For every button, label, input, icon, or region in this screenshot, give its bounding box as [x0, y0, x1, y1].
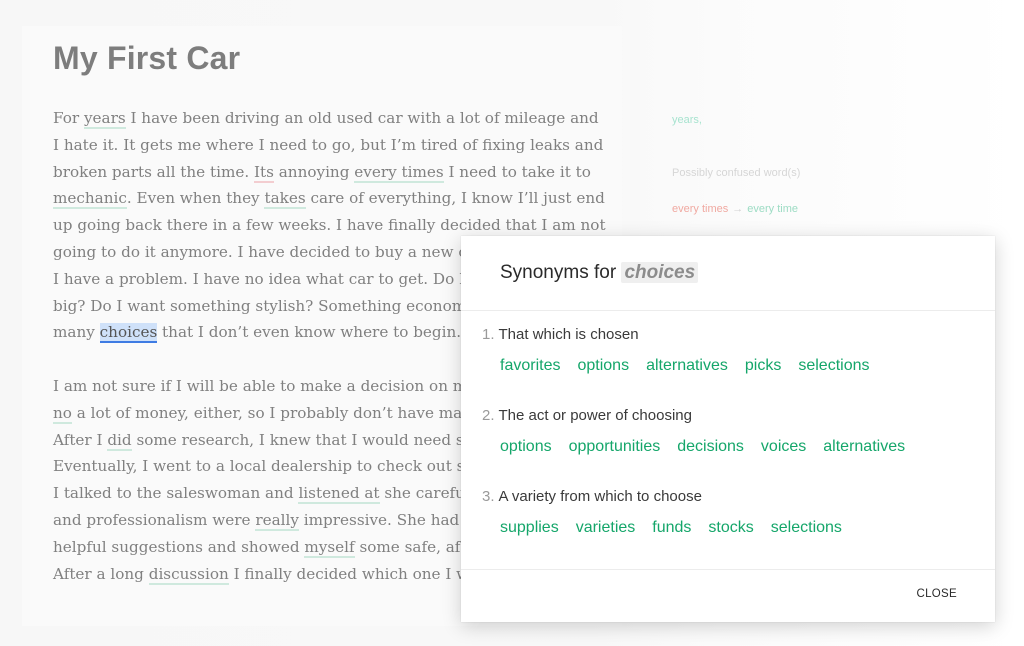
text-run: I have been driving an old used car with… — [125, 109, 599, 127]
synonym-option[interactable]: selections — [771, 519, 842, 537]
text-run: some research, I knew that I would need … — [131, 430, 464, 449]
synonym-option[interactable]: alternatives — [646, 357, 728, 375]
synonym-option[interactable]: voices — [761, 438, 806, 456]
flagged-word-years[interactable]: years — [83, 109, 126, 129]
text-run: . Even when they — [126, 189, 265, 208]
text-run: care of everything, I know I’ll just end — [305, 189, 605, 208]
synonym-option[interactable]: stocks — [708, 519, 753, 537]
text-run: big? Do I want something stylish? Someth… — [53, 296, 467, 315]
sense-definition: 1. That which is chosen — [482, 326, 870, 343]
text-run: a lot of money, either, so I probably do… — [71, 403, 463, 422]
text-run: she carefu — [379, 484, 465, 503]
flagged-word-mechanic[interactable]: mechanic — [53, 189, 127, 210]
text-run: up going back there in a few weeks. I ha… — [53, 216, 606, 235]
text-run: annoying — [273, 162, 355, 181]
synonym-option[interactable]: favorites — [500, 357, 560, 375]
dialog-title-word: choices — [621, 262, 699, 283]
synonym-list: options opportunities decisions voices a… — [482, 438, 905, 456]
text-run: some safe, af — [354, 537, 461, 556]
suggestion-card-every-times[interactable]: every times → every time — [672, 203, 798, 215]
text-run: broken parts all the time. — [53, 162, 254, 181]
synonym-option[interactable]: selections — [798, 357, 869, 375]
synonym-option[interactable]: alternatives — [823, 438, 905, 456]
synonym-list: supplies varieties funds stocks selectio… — [482, 519, 842, 537]
flagged-word-myself[interactable]: myself — [304, 537, 355, 558]
text-run: I have a problem. I have no idea what ca… — [53, 269, 466, 288]
synonyms-dialog: Synonyms for choices 1. That which is cho… — [461, 236, 995, 622]
text-run: After a long — [53, 564, 149, 583]
text-run: helpful suggestions and showed — [53, 537, 305, 556]
close-button[interactable]: CLOSE — [917, 588, 958, 600]
text-run: that I don’t even know where to begin. — [157, 323, 462, 342]
dialog-footer: CLOSE — [461, 569, 995, 622]
text-run: going to do it anymore. I have decided t… — [53, 242, 467, 261]
suggestion-card-years[interactable]: years, — [672, 114, 702, 126]
synonym-option[interactable]: varieties — [576, 519, 636, 537]
dialog-title: Synonyms for choices — [500, 262, 699, 284]
suggestion-fix-text[interactable]: every time — [747, 203, 798, 215]
sense-definition: 2. The act or power of choosing — [482, 407, 905, 424]
sense-number: 3. — [482, 488, 495, 505]
suggestion-wrong-text: every times — [672, 203, 729, 215]
sense-3: 3. A variety from which to choose supplie… — [482, 488, 842, 537]
arrow-right-icon: → — [732, 203, 744, 215]
dialog-header: Synonyms for choices — [461, 236, 995, 311]
synonym-list: favorites options alternatives picks sel… — [482, 357, 870, 375]
flagged-word-listened-at[interactable]: listened at — [298, 484, 380, 505]
flagged-word-did[interactable]: did — [107, 430, 132, 451]
flagged-word-no[interactable]: no — [53, 403, 72, 424]
text-run: impressive. She had — [298, 510, 460, 529]
synonym-option[interactable]: decisions — [677, 438, 744, 456]
text-run: After I — [53, 430, 108, 449]
sense-number: 1. — [482, 326, 495, 343]
flagged-word-really[interactable]: really — [255, 510, 299, 531]
flagged-word-discussion[interactable]: discussion — [148, 564, 229, 585]
sense-definition-text: A variety from which to choose — [498, 488, 702, 505]
text-run: many — [53, 323, 100, 342]
text-run: For — [53, 109, 84, 127]
sense-2: 2. The act or power of choosing options o… — [482, 407, 905, 456]
selected-word-choices[interactable]: choices — [99, 323, 158, 344]
synonym-option[interactable]: options — [577, 357, 629, 375]
flagged-word-takes[interactable]: takes — [264, 189, 306, 210]
text-run: Eventually, I went to a local dealership… — [53, 457, 465, 476]
text-run: I talked to the saleswoman and — [53, 484, 299, 503]
synonym-option[interactable]: options — [500, 438, 552, 456]
text-run: I need to take it to — [443, 162, 591, 181]
text-run: I am not sure if I will be able to make … — [53, 376, 468, 395]
synonym-option[interactable]: supplies — [500, 519, 559, 537]
flagged-word-its[interactable]: Its — [254, 162, 274, 183]
sense-definition: 3. A variety from which to choose — [482, 488, 842, 505]
synonym-option[interactable]: opportunities — [569, 438, 661, 456]
sense-number: 2. — [482, 407, 495, 424]
sense-definition-text: The act or power of choosing — [498, 407, 692, 424]
sense-1: 1. That which is chosen favorites options… — [482, 326, 870, 375]
text-run: and professionalism were — [53, 510, 256, 529]
dialog-title-prefix: Synonyms for — [500, 262, 622, 283]
suggestion-card-confused-words[interactable]: Possibly confused word(s) — [672, 167, 800, 179]
synonym-option[interactable]: picks — [745, 357, 781, 375]
sense-definition-text: That which is chosen — [498, 326, 639, 343]
text-run: I finally decided which one I w — [228, 564, 470, 583]
flagged-word-every-times[interactable]: every times — [354, 162, 444, 183]
text-run: I hate it. It gets me where I need to go… — [53, 135, 604, 154]
synonym-option[interactable]: funds — [652, 519, 691, 537]
document-title: My First Car — [53, 40, 241, 76]
